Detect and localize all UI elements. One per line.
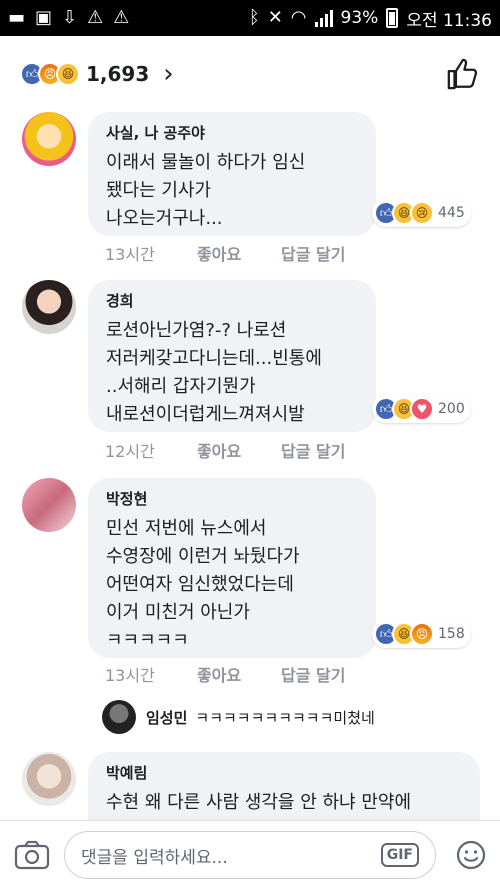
comment-actions: 13시간 좋아요 답글 달기: [105, 662, 345, 686]
comment-author[interactable]: 경희: [106, 290, 358, 311]
angry-reaction-icon: 😠︎: [410, 622, 434, 646]
reaction-count: 445: [438, 205, 465, 221]
comment-input[interactable]: 댓글을 입력하세요... GIF: [64, 831, 436, 879]
reactions-header[interactable]: 👍︎ 😠︎ 😆︎ 1,693 ›: [0, 36, 500, 112]
love-reaction-icon: ♥: [410, 397, 434, 421]
comment-line: 이거 미친거 아닌가: [106, 602, 250, 623]
warning-icon: ⚠: [87, 7, 104, 28]
comments-list[interactable]: 사실, 나 공주야 이래서 물놀이 하다가 임신 됐다는 기사가 나오는거구나.…: [0, 112, 500, 820]
comment-line: 이래서 물놀이 하다가 임신: [106, 152, 306, 173]
comment-bubble[interactable]: 사실, 나 공주야 이래서 물놀이 하다가 임신 됐다는 기사가 나오는거구나.…: [88, 112, 376, 236]
comment-bubble[interactable]: 박예림 수현 왜 다른 사람 생각을 안 하냐 만약에: [88, 752, 480, 820]
reply-link[interactable]: 답글 달기: [281, 241, 345, 265]
comment-author[interactable]: 사실, 나 공주야: [106, 122, 358, 143]
comment-actions: 12시간 좋아요 답글 달기: [105, 438, 345, 462]
comment-author[interactable]: 박예림: [106, 762, 462, 783]
comment-input-placeholder: 댓글을 입력하세요...: [81, 847, 228, 868]
reaction-total[interactable]: 1,693: [86, 62, 149, 86]
comment-line: 저러케갖고다니는데...빈통에: [106, 348, 322, 369]
comment-line: 나오는거구나...: [106, 208, 223, 229]
comment-actions: 13시간 좋아요 답글 달기: [105, 241, 345, 265]
clock: 오전 11:36: [406, 10, 492, 31]
reply-text: ㅋㅋㅋㅋㅋㅋㅋㅋㅋㅋ미쳤네: [195, 708, 375, 727]
camera-icon[interactable]: [14, 839, 50, 871]
like-link[interactable]: 좋아요: [197, 438, 281, 462]
avatar[interactable]: [22, 752, 76, 806]
avatar[interactable]: [22, 478, 76, 532]
chevron-right-icon[interactable]: ›: [163, 59, 173, 89]
reaction-count: 158: [438, 626, 465, 642]
avatar[interactable]: [22, 280, 76, 334]
battery-icon: [386, 8, 399, 28]
reaction-icons: 👍︎ 😠︎ 😆︎: [20, 62, 80, 86]
comment-bubble[interactable]: 경희 로션아닌가염?-? 나로션 저러케갖고다니는데...빈통에 ..서해리 갑…: [88, 280, 376, 432]
warning-icon: ⚠: [113, 7, 130, 28]
comment-author[interactable]: 박정현: [106, 488, 358, 509]
comment-time: 12시간: [105, 442, 155, 461]
comment-line: 됐다는 기사가: [106, 180, 212, 201]
like-button-icon[interactable]: [446, 57, 480, 91]
bluetooth-icon: ᛒ: [248, 7, 260, 28]
comment-time: 13시간: [105, 666, 155, 685]
comment-line: ㅋㅋㅋㅋㅋ: [106, 630, 189, 651]
sad-reaction-icon: 😢︎: [410, 201, 434, 225]
reply-link[interactable]: 답글 달기: [281, 438, 345, 462]
signal-icon: [314, 9, 333, 27]
reply-item[interactable]: 임성민 ㅋㅋㅋㅋㅋㅋㅋㅋㅋㅋ미쳤네: [102, 700, 375, 734]
comment-reaction-badge[interactable]: 👍︎ 😆︎ 😢︎ 445: [372, 199, 471, 227]
like-link[interactable]: 좋아요: [197, 241, 281, 265]
chat-notification-icon: ▬: [8, 7, 26, 28]
wifi-icon: ◠: [290, 7, 307, 28]
comment-line: 어떤여자 임신했었다는데: [106, 574, 294, 595]
comment-bubble[interactable]: 박정현 민선 저번에 뉴스에서 수영장에 이런거 놔뒀다가 어떤여자 임신했었다…: [88, 478, 376, 658]
comment-line: 수현 왜 다른 사람 생각을 안 하냐 만약에: [106, 792, 412, 813]
comment-line: 로션아닌가염?-? 나로션: [106, 320, 287, 341]
status-bar: ▬ ▣ ⇩ ⚠ ⚠ ᛒ ✕ ◠ 93% 오전 11:36: [0, 0, 500, 36]
battery-percent: 93%: [340, 8, 379, 28]
comment-line: 민선 저번에 뉴스에서: [106, 518, 267, 539]
like-link[interactable]: 좋아요: [197, 662, 281, 686]
gif-button[interactable]: GIF: [380, 843, 419, 867]
comment-composer: 댓글을 입력하세요... GIF: [0, 820, 500, 889]
comment-line: 수영장에 이런거 놔뒀다가: [106, 546, 300, 567]
comment-line: 내로션이더럽게느껴져시발: [106, 404, 305, 425]
avatar[interactable]: [22, 112, 76, 166]
comment-line: ..서해리 갑자기뭔가: [106, 376, 256, 397]
comment-reaction-badge[interactable]: 👍︎ 😆︎ ♥ 200: [372, 395, 471, 423]
comment-time: 13시간: [105, 245, 155, 264]
mute-icon: ✕: [267, 7, 283, 28]
reaction-count: 200: [438, 401, 465, 417]
emoji-icon[interactable]: [456, 840, 486, 870]
haha-reaction-icon: 😆︎: [56, 62, 80, 86]
avatar[interactable]: [102, 700, 136, 734]
comment-reaction-badge[interactable]: 👍︎ 😆︎ 😠︎ 158: [372, 620, 471, 648]
download-notification-icon: ⇩: [62, 7, 78, 28]
reply-link[interactable]: 답글 달기: [281, 662, 345, 686]
photo-notification-icon: ▣: [35, 7, 53, 28]
reply-author[interactable]: 임성민: [146, 707, 187, 728]
